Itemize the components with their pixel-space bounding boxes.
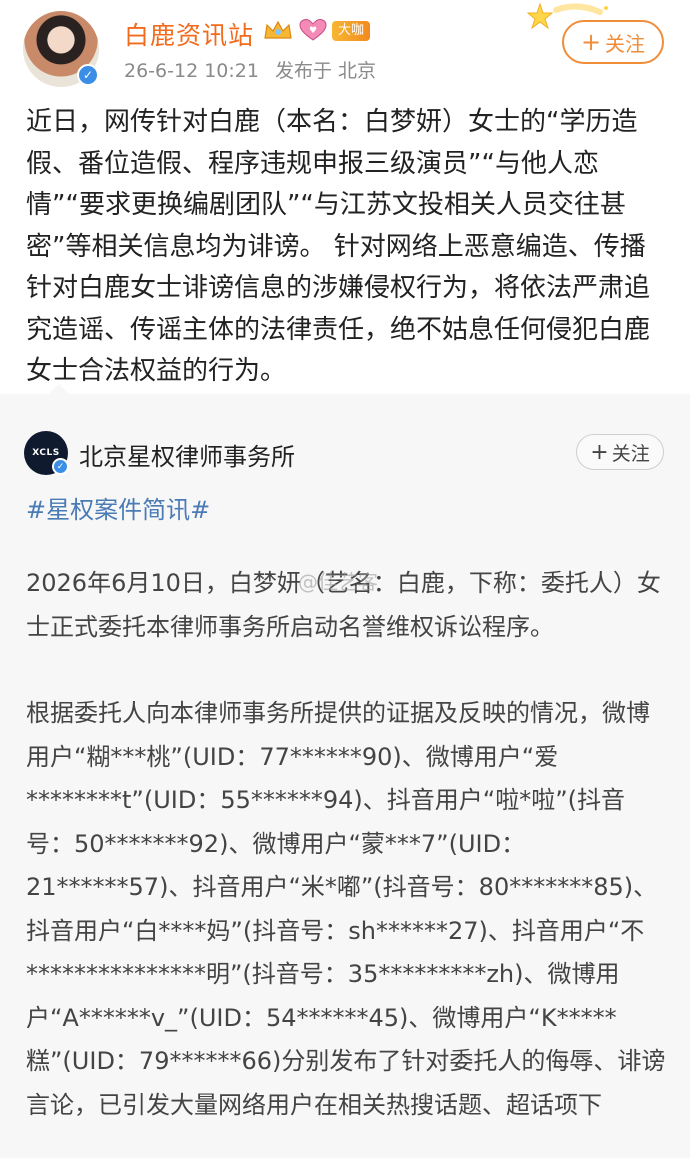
post-body: 近日，网传针对白鹿（本名：白梦妍）女士的“学历造假、番位造假、程序违规申报三级演… [26, 102, 668, 393]
follow-button[interactable]: + 关注 [562, 20, 664, 64]
post-source: 发布于 北京 [275, 60, 377, 82]
verified-icon: ✓ [77, 64, 99, 86]
post-text: 近日，网传针对白鹿（本名：白梦妍）女士的“学历造假、番位造假、程序违规申报三级演… [26, 107, 651, 386]
repost-paragraph-2: 根据委托人向本律师事务所提供的证据及反映的情况，微博用户“糊***桃”(UID：… [26, 699, 666, 1119]
post-meta: 26-6-12 10:21 发布于 北京 [124, 56, 376, 83]
level-badge: 大咖 [332, 21, 371, 41]
post-date: 26-6-12 10:21 [124, 60, 259, 82]
plus-icon: + [580, 28, 602, 56]
crown-icon [264, 20, 292, 39]
follow-button-label: 关注 [605, 31, 646, 56]
svg-text:♥: ♥ [309, 26, 317, 36]
repost-verified-icon: ✓ [52, 458, 69, 475]
repost-text: 2026年6月10日，白梦妍（艺名：白鹿，下称：委托人）女士正式委托本律师事务所… [26, 562, 666, 1127]
repost-author-name[interactable]: 北京星权律师事务所 [79, 437, 295, 472]
heart-badge-icon: ♥ [299, 18, 327, 41]
repost-follow-button[interactable]: + 关注 [576, 434, 664, 470]
post-header: ✓ 白鹿资讯站 ♥ 大咖 26-6-12 10:21 发布于 北京 + 关注 [0, 0, 690, 96]
repost-topic-link[interactable]: #星权案件简讯# [26, 490, 210, 525]
plus-icon: + [590, 439, 609, 465]
repost-avatar-text: XCLS [32, 448, 60, 458]
watermark: @佳艺客 [298, 570, 378, 594]
author-name[interactable]: 白鹿资讯站 [124, 16, 254, 52]
repost-follow-label: 关注 [611, 442, 650, 465]
